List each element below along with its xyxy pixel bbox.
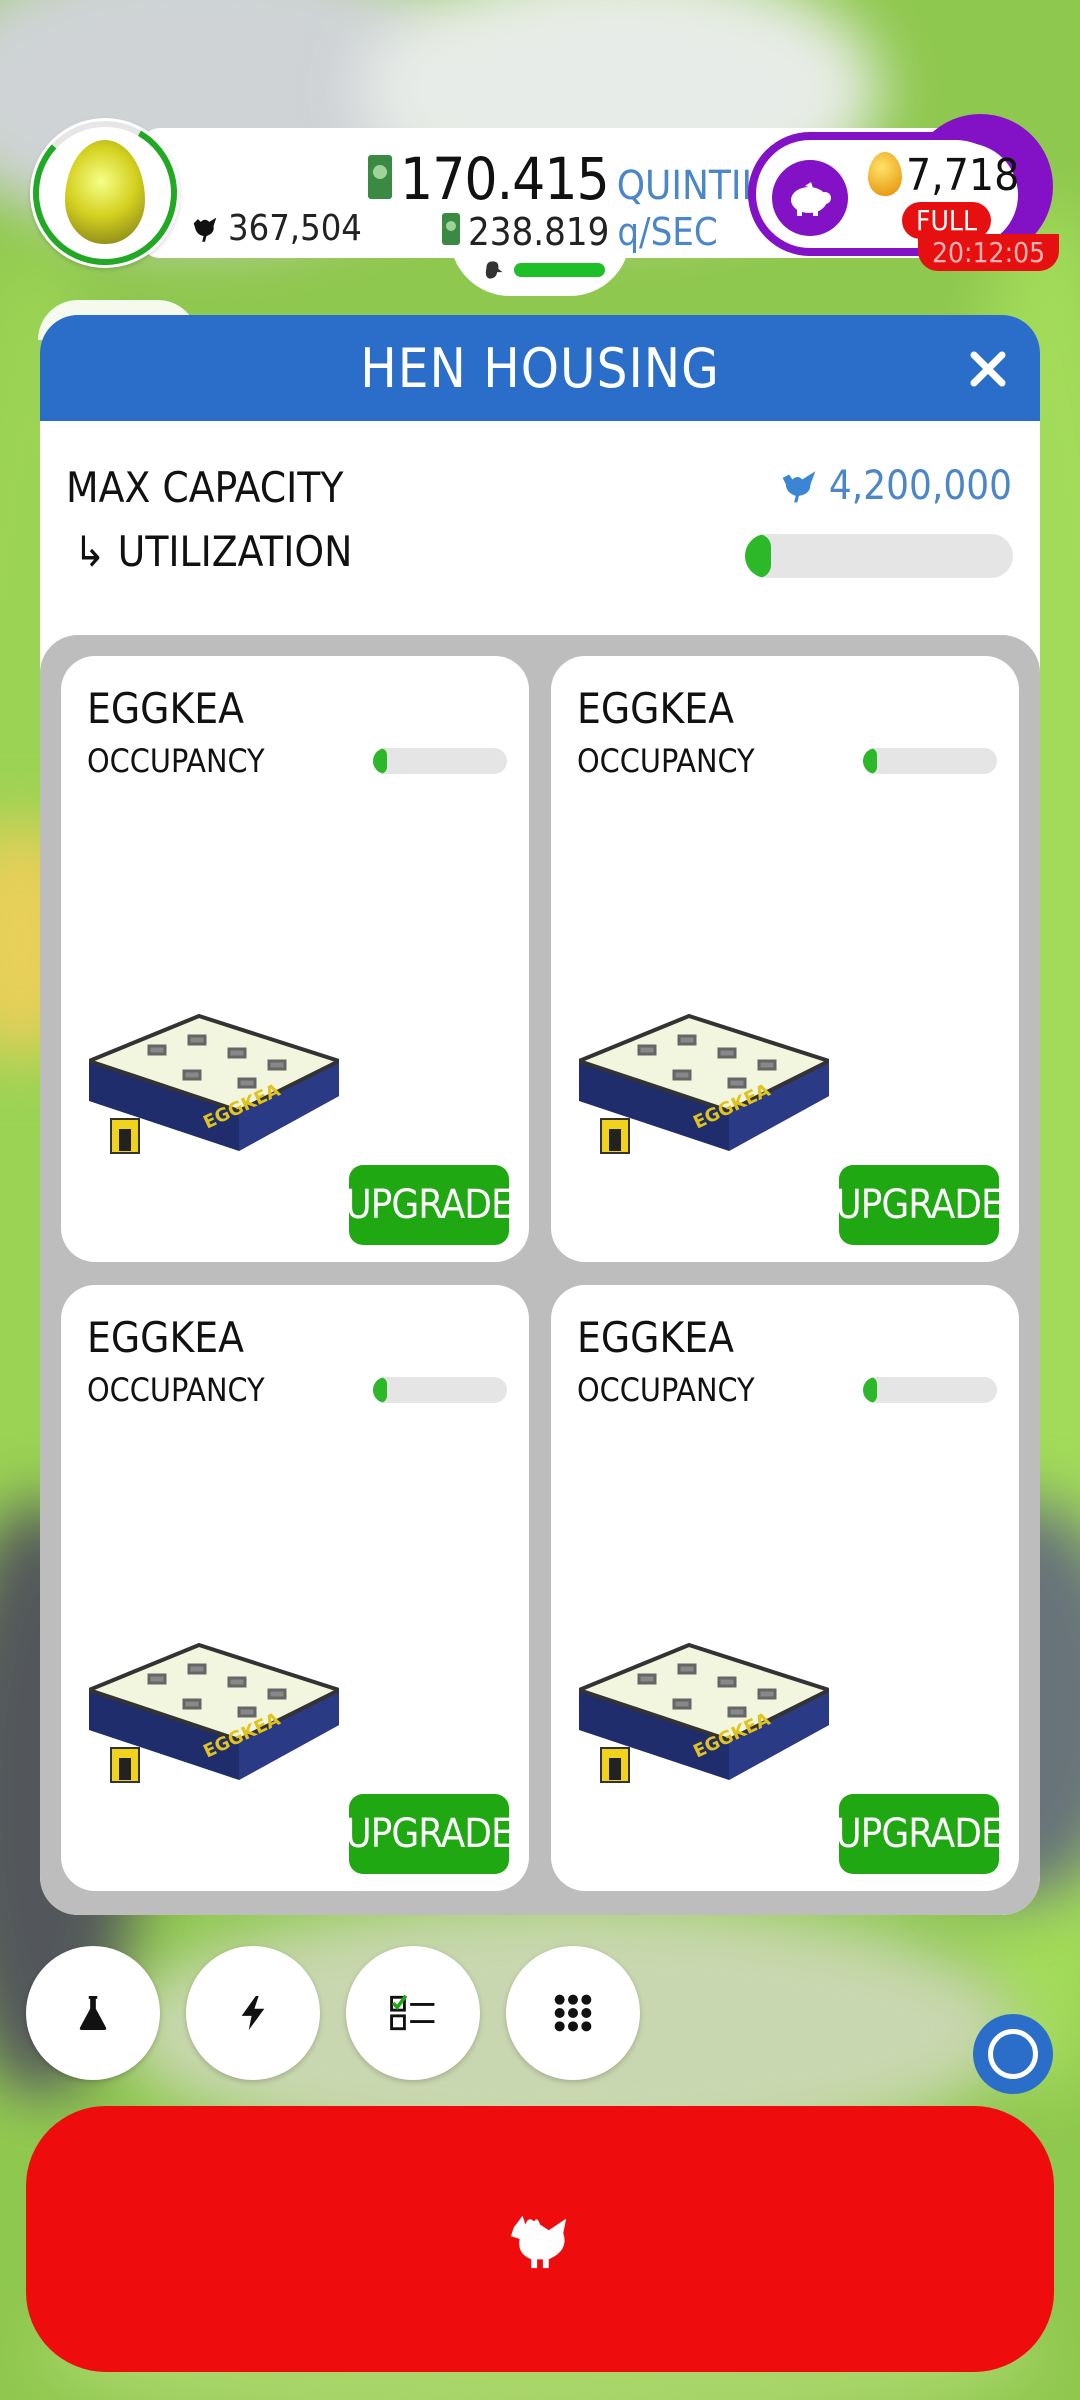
utilization-bar: [745, 534, 1013, 578]
eggkea-building-image: EGGKEA: [579, 1013, 829, 1154]
occupancy-bar: [373, 748, 507, 774]
occupancy-label: OCCUPANCY: [577, 1371, 755, 1409]
piggy-timer: 20:12:05: [918, 234, 1060, 271]
panel-title: HEN HOUSING: [360, 337, 720, 400]
hatchery-progress-bar: [513, 263, 605, 277]
occupancy-label: OCCUPANCY: [87, 1371, 265, 1409]
house-name: EGGKEA: [577, 1313, 734, 1362]
panel-header: HEN HOUSING: [40, 315, 1040, 421]
hatchery-progress: [480, 255, 605, 285]
upgrade-button[interactable]: UPGRADE: [345, 1794, 514, 1874]
grid-menu-icon: [554, 1994, 592, 2032]
missions-button[interactable]: [346, 1946, 480, 2080]
money-amount: 170.415: [400, 145, 610, 213]
chicken-icon: [510, 2215, 567, 2269]
chicken-count: 367,504: [188, 208, 362, 249]
upgrade-button[interactable]: UPGRADE: [835, 1794, 1004, 1874]
occupancy-bar: [373, 1377, 507, 1403]
house-name: EGGKEA: [87, 684, 244, 733]
chicken-count-value: 367,504: [228, 208, 362, 249]
occupancy-label: OCCUPANCY: [577, 742, 755, 780]
house-card: EGGKEA OCCUPANCY EGGKEA UPGRADE: [551, 656, 1019, 1262]
chicken-icon: [193, 217, 217, 242]
golden-egg-icon: [868, 152, 902, 196]
overlay-circle-button[interactable]: [973, 2014, 1053, 2094]
boosts-button[interactable]: [186, 1946, 320, 2080]
occupancy-bar-fill: [373, 748, 387, 774]
flask-icon: [79, 1996, 107, 2030]
occupancy-bar-fill: [373, 1377, 387, 1403]
upgrade-button[interactable]: UPGRADE: [345, 1165, 514, 1245]
occupancy-bar-fill: [863, 1377, 877, 1403]
rate-amount: 238.819: [468, 210, 610, 254]
golden-egg-count: 7,718: [906, 150, 1020, 201]
house-card: EGGKEA OCCUPANCY EGGKEA UPGRADE: [61, 1285, 529, 1891]
eggkea-building-image: EGGKEA: [579, 1642, 829, 1783]
piggy-bank-icon[interactable]: [772, 160, 848, 236]
occupancy-label: OCCUPANCY: [87, 742, 265, 780]
house-name: EGGKEA: [577, 684, 734, 733]
utilization-bar-fill: [745, 534, 771, 578]
max-capacity-label: MAX CAPACITY: [66, 463, 344, 512]
checklist-icon: [390, 1994, 435, 2031]
rate-unit: q/SEC: [617, 210, 718, 254]
lightning-icon: [241, 1996, 265, 2030]
house-card: EGGKEA OCCUPANCY EGGKEA UPGRADE: [61, 656, 529, 1262]
piggy-full-badge: FULL: [902, 202, 991, 239]
chick-icon: [485, 261, 503, 279]
eggkea-building-image: EGGKEA: [89, 1013, 339, 1154]
eggkea-building-image: EGGKEA: [89, 1642, 339, 1783]
occupancy-bar-fill: [863, 748, 877, 774]
bird-icon: [782, 471, 816, 503]
money-rate: 238.819 q/SEC: [442, 210, 718, 254]
menu-button[interactable]: [506, 1946, 640, 2080]
hatch-chicken-button[interactable]: [26, 2106, 1054, 2372]
house-name: EGGKEA: [87, 1313, 244, 1362]
research-button[interactable]: [26, 1946, 160, 2080]
upgrade-button[interactable]: UPGRADE: [835, 1165, 1004, 1245]
cash-rate-icon: [442, 213, 460, 245]
max-capacity-value-group: 4,200,000: [779, 463, 1012, 509]
ring-icon: [988, 2029, 1038, 2079]
close-button[interactable]: [960, 341, 1016, 397]
occupancy-bar: [863, 748, 997, 774]
cash-icon: [368, 155, 392, 199]
housing-grid: EGGKEA OCCUPANCY EGGKEA UPGRADE EGGKEA O…: [40, 635, 1040, 1915]
occupancy-bar: [863, 1377, 997, 1403]
house-card: EGGKEA OCCUPANCY EGGKEA UPGRADE: [551, 1285, 1019, 1891]
max-capacity-value: 4,200,000: [828, 463, 1012, 509]
close-icon: [970, 351, 1006, 387]
utilization-label: ↳ UTILIZATION: [74, 527, 353, 576]
hen-housing-panel: HEN HOUSING MAX CAPACITY ↳ UTILIZATION 4…: [40, 315, 1040, 1915]
current-egg-button[interactable]: [30, 118, 180, 268]
